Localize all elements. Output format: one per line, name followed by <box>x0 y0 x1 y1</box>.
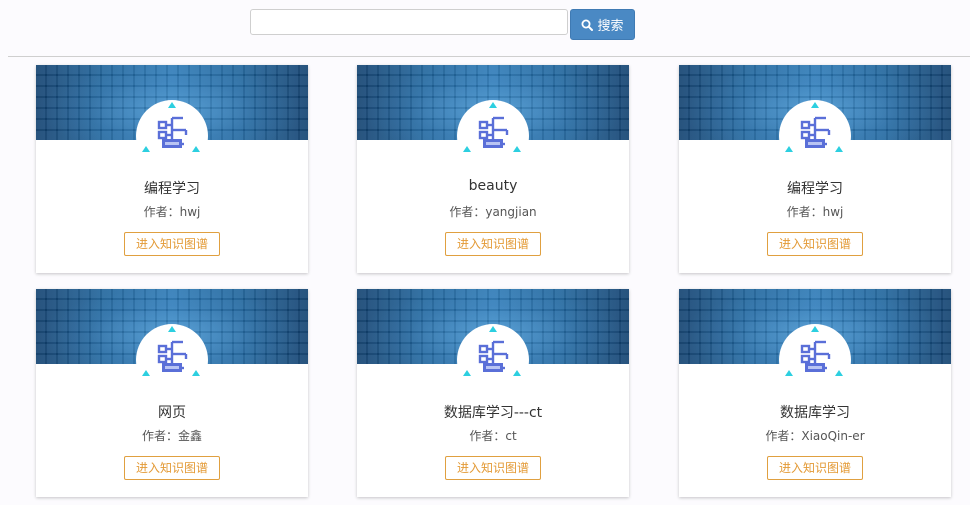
header-divider <box>8 56 970 57</box>
card-author: 作者：金鑫 <box>141 429 202 443</box>
knowledge-graph-logo-icon <box>457 100 529 172</box>
enter-knowledge-graph-button[interactable]: 进入知识图谱 <box>767 232 863 256</box>
card-title: beauty <box>468 178 518 194</box>
enter-knowledge-graph-button[interactable]: 进入知识图谱 <box>445 232 541 256</box>
knowledge-graph-card: 编程学习 作者：hwj 进入知识图谱 <box>679 65 951 273</box>
search-button[interactable]: 搜索 <box>570 9 635 40</box>
card-title: 数据库学习---ct <box>443 405 543 421</box>
card-author: 作者：ct <box>469 429 517 443</box>
knowledge-graph-logo-icon <box>136 324 208 396</box>
card-author: 作者：yangjian <box>449 205 537 219</box>
enter-knowledge-graph-button[interactable]: 进入知识图谱 <box>124 232 220 256</box>
card-title: 编程学习 <box>787 181 843 197</box>
knowledge-graph-logo-icon <box>136 100 208 172</box>
card-title: 网页 <box>158 405 186 421</box>
search-button-label: 搜索 <box>597 19 624 34</box>
card-author: 作者：hwj <box>143 205 201 219</box>
card-title: 数据库学习 <box>780 405 850 421</box>
knowledge-graph-logo-icon <box>779 100 851 172</box>
knowledge-graph-card: 数据库学习 作者：XiaoQin-er 进入知识图谱 <box>679 289 951 497</box>
card-title: 编程学习 <box>144 181 200 197</box>
knowledge-graph-card: 网页 作者：金鑫 进入知识图谱 <box>36 289 308 497</box>
card-author: 作者：XiaoQin-er <box>765 429 865 443</box>
enter-knowledge-graph-button[interactable]: 进入知识图谱 <box>445 456 541 480</box>
enter-knowledge-graph-button[interactable]: 进入知识图谱 <box>767 456 863 480</box>
knowledge-graph-logo-icon <box>779 324 851 396</box>
search-input[interactable] <box>250 9 568 35</box>
knowledge-graph-card: 数据库学习---ct 作者：ct 进入知识图谱 <box>357 289 629 497</box>
knowledge-graph-logo-icon <box>457 324 529 396</box>
enter-knowledge-graph-button[interactable]: 进入知识图谱 <box>124 456 220 480</box>
card-author: 作者：hwj <box>786 205 844 219</box>
knowledge-graph-card: 编程学习 作者：hwj 进入知识图谱 <box>36 65 308 273</box>
knowledge-graph-card: beauty 作者：yangjian 进入知识图谱 <box>357 65 629 273</box>
search-icon <box>581 19 594 31</box>
